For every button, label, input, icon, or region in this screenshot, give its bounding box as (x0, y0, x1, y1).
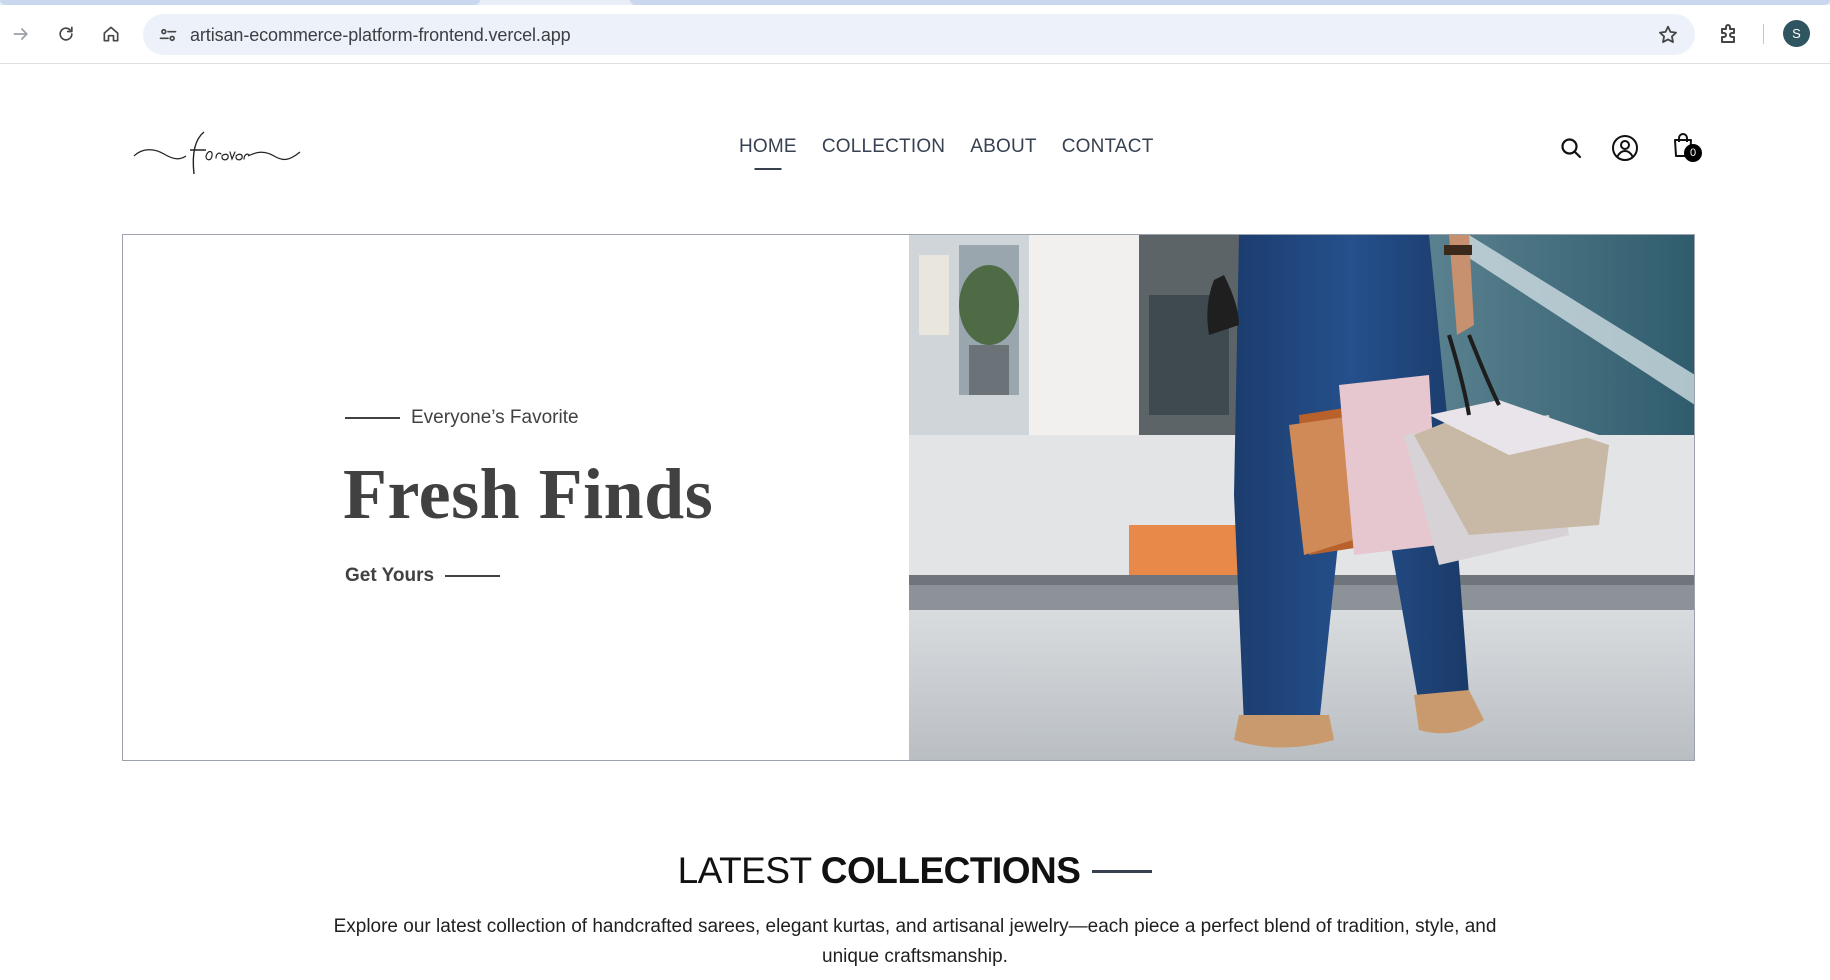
title-light: LATEST (677, 850, 812, 891)
forward-button[interactable] (5, 18, 37, 50)
latest-collections-title: LATEST COLLECTIONS (0, 850, 1830, 892)
profile-icon (1612, 135, 1638, 161)
hero-text-panel: Everyone’s Favorite Fresh Finds Get Your… (123, 235, 909, 760)
extensions-button[interactable] (1713, 18, 1745, 50)
profile-button[interactable] (1610, 133, 1640, 163)
title-line (1092, 869, 1153, 873)
eyebrow-line (345, 417, 400, 419)
search-button[interactable] (1556, 133, 1586, 163)
forever-logo[interactable] (132, 126, 302, 182)
latest-collections-description: Explore our latest collection of handcra… (333, 916, 1497, 967)
cta-text[interactable]: Get Yours (345, 565, 434, 587)
cart-button[interactable]: 0 (1668, 130, 1702, 162)
bookmark-star-button[interactable] (1655, 22, 1681, 48)
hero-eyebrow: Everyone’s Favorite (345, 407, 579, 429)
url-text[interactable]: artisan-ecommerce-platform-frontend.verc… (190, 25, 571, 46)
nav-home[interactable]: HOME (739, 136, 797, 158)
tab-indicator[interactable] (0, 0, 480, 5)
nav-contact[interactable]: CONTACT (1062, 136, 1154, 158)
hero-banner: Everyone’s Favorite Fresh Finds Get Your… (122, 234, 1695, 761)
latest-collections-heading: LATEST COLLECTIONS (678, 850, 1081, 892)
address-bar[interactable]: artisan-ecommerce-platform-frontend.verc… (143, 14, 1695, 55)
search-icon (1561, 138, 1582, 159)
tab-strip (0, 0, 1830, 5)
home-button[interactable] (95, 18, 127, 50)
toolbar-divider (1763, 24, 1764, 44)
browser-toolbar: artisan-ecommerce-platform-frontend.verc… (0, 0, 1830, 64)
reload-button[interactable] (50, 18, 82, 50)
cta-line (445, 575, 501, 577)
reload-icon (59, 26, 73, 41)
tab-indicator[interactable] (630, 0, 1830, 5)
title-bold: COLLECTIONS (820, 850, 1081, 891)
cart-count-badge: 0 (1684, 144, 1702, 162)
forward-icon (13, 28, 28, 40)
extensions-icon (1721, 24, 1735, 43)
eyebrow-text: Everyone’s Favorite (411, 407, 579, 428)
get-yours-link[interactable]: Get Yours (345, 565, 501, 587)
site-info-icon (159, 28, 177, 42)
home-icon (103, 26, 119, 42)
hero-image (909, 235, 1694, 760)
main-nav: HOME COLLECTION ABOUT CONTACT (739, 136, 1154, 158)
site-info-button[interactable] (153, 20, 183, 50)
nav-collection[interactable]: COLLECTION (822, 136, 945, 158)
bookmark-star-icon (1659, 25, 1677, 43)
profile-avatar[interactable]: S (1783, 20, 1810, 47)
hero-title: Fresh Finds (343, 454, 714, 534)
nav-about[interactable]: ABOUT (970, 136, 1036, 158)
site-header: HOME COLLECTION ABOUT CONTACT 0 (0, 64, 1830, 234)
